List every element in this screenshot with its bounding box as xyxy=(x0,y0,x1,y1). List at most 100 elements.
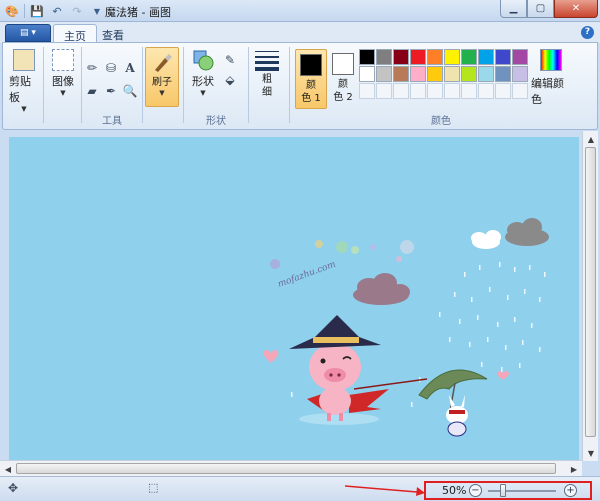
palette-swatch[interactable] xyxy=(376,49,392,65)
palette-empty-slot[interactable] xyxy=(495,83,511,99)
separator xyxy=(81,47,82,123)
shapes-group: 形状 ▼ ✎ ⬙ 形状 xyxy=(185,45,247,127)
color1-swatch xyxy=(300,54,322,76)
palette-empty-slot[interactable] xyxy=(444,83,460,99)
palette-swatch[interactable] xyxy=(444,66,460,82)
horizontal-scrollbar[interactable]: ◀ ▶ xyxy=(0,460,582,476)
shapes-button[interactable]: 形状 ▼ xyxy=(187,49,219,97)
outline-icon[interactable]: ✎ xyxy=(221,51,239,69)
line-size-icon xyxy=(255,49,279,71)
palette-swatch[interactable] xyxy=(393,49,409,65)
palette-swatch[interactable] xyxy=(461,66,477,82)
palette-swatch[interactable] xyxy=(461,49,477,65)
pig-character xyxy=(289,315,428,425)
fill-icon[interactable]: ⛁ xyxy=(102,59,120,77)
palette-swatch[interactable] xyxy=(376,66,392,82)
palette-empty-slot[interactable] xyxy=(461,83,477,99)
separator xyxy=(248,47,249,123)
palette-empty-slot[interactable] xyxy=(512,83,528,99)
clipboard-label: 剪贴板 xyxy=(9,75,31,104)
color-palette xyxy=(359,49,528,99)
palette-swatch[interactable] xyxy=(410,49,426,65)
palette-swatch[interactable] xyxy=(495,66,511,82)
palette-swatch[interactable] xyxy=(512,49,528,65)
paint-menu-button[interactable]: ▤ ▾ xyxy=(5,24,51,42)
maximize-button[interactable]: ▢ xyxy=(527,0,554,18)
scroll-left-icon[interactable]: ◀ xyxy=(0,461,16,477)
color1-button[interactable]: 颜 色 1 xyxy=(295,49,327,109)
status-bar: ✥ ⬚ 50% − + xyxy=(0,476,600,501)
window-controls: ▁ ▢ ✕ xyxy=(500,0,598,18)
horizontal-scroll-thumb[interactable] xyxy=(16,463,556,474)
palette-swatch[interactable] xyxy=(444,49,460,65)
eraser-icon[interactable]: ▰ xyxy=(83,82,101,100)
vertical-scrollbar[interactable]: ▲ ▼ xyxy=(582,131,598,461)
image-button[interactable]: 图像 ▼ xyxy=(48,49,78,97)
tools-group-label: 工具 xyxy=(102,116,122,127)
palette-swatch[interactable] xyxy=(478,49,494,65)
clipboard-button[interactable]: 剪贴板 ▼ xyxy=(9,49,39,113)
scroll-right-icon[interactable]: ▶ xyxy=(566,461,582,477)
palette-swatch[interactable] xyxy=(410,66,426,82)
palette-swatch[interactable] xyxy=(495,49,511,65)
quick-access-toolbar: 🎨 💾 ↶ ↷ ▼ xyxy=(4,3,105,19)
palette-empty-slot[interactable] xyxy=(359,83,375,99)
color-picker-icon[interactable]: ✒ xyxy=(102,82,120,100)
pencil-icon[interactable]: ✏ xyxy=(83,59,101,77)
canvas-artwork: mofazhu.com xyxy=(263,218,549,437)
drawing-canvas[interactable]: mofazhu.com xyxy=(9,137,579,461)
chevron-down-icon: ▼ xyxy=(200,89,206,97)
shapes-icon xyxy=(192,49,214,71)
image-group: 图像 ▼ xyxy=(46,45,80,127)
palette-empty-slot[interactable] xyxy=(376,83,392,99)
palette-swatch[interactable] xyxy=(393,66,409,82)
text-icon[interactable]: A xyxy=(121,59,139,77)
scroll-up-icon[interactable]: ▲ xyxy=(583,131,599,147)
shapes-label: 形状 xyxy=(192,75,214,88)
edit-colors-button[interactable]: 编辑颜色 xyxy=(531,49,571,107)
redo-icon[interactable]: ↷ xyxy=(69,3,85,19)
help-icon[interactable]: ? xyxy=(581,26,594,39)
color2-button[interactable]: 颜 色 2 xyxy=(329,49,357,109)
palette-swatch[interactable] xyxy=(512,66,528,82)
scroll-down-icon[interactable]: ▼ xyxy=(583,445,599,461)
palette-empty-slot[interactable] xyxy=(410,83,426,99)
separator xyxy=(142,47,143,123)
magnifier-icon[interactable]: 🔍 xyxy=(121,82,139,100)
palette-empty-slot[interactable] xyxy=(478,83,494,99)
paint-app-icon[interactable]: 🎨 xyxy=(4,3,20,19)
palette-swatch[interactable] xyxy=(478,66,494,82)
zoom-slider-track[interactable] xyxy=(488,490,556,492)
zoom-control: 50% − + xyxy=(424,481,592,500)
palette-swatch[interactable] xyxy=(359,66,375,82)
fill-style-icon[interactable]: ⬙ xyxy=(221,71,239,89)
clipboard-icon xyxy=(13,49,35,71)
tools-group: ✏ ⛁ A ▰ ✒ 🔍 工具 xyxy=(83,45,141,127)
vertical-scroll-thumb[interactable] xyxy=(585,147,596,437)
size-label-line2: 细 xyxy=(262,87,272,98)
palette-empty-slot[interactable] xyxy=(393,83,409,99)
customize-qat-icon[interactable]: ▼ xyxy=(89,3,105,19)
tab-home[interactable]: 主页 xyxy=(53,24,97,43)
tab-view[interactable]: 查看 xyxy=(92,24,134,43)
minimize-button[interactable]: ▁ xyxy=(500,0,527,18)
ribbon-tab-row: ▤ ▾ 主页 查看 ? xyxy=(0,22,600,43)
color2-label-line1: 颜 xyxy=(338,79,348,90)
palette-empty-slot[interactable] xyxy=(427,83,443,99)
brushes-label: 刷子 xyxy=(152,77,172,88)
zoom-in-button[interactable]: + xyxy=(564,484,577,497)
zoom-slider-thumb[interactable] xyxy=(500,484,506,497)
image-label: 图像 xyxy=(52,75,74,88)
palette-swatch[interactable] xyxy=(359,49,375,65)
color1-label-line1: 颜 xyxy=(306,80,316,91)
palette-swatch[interactable] xyxy=(427,49,443,65)
close-button[interactable]: ✕ xyxy=(554,0,598,18)
zoom-out-button[interactable]: − xyxy=(469,484,482,497)
clipboard-group: 剪贴板 ▼ xyxy=(5,45,41,127)
size-button[interactable]: 粗 细 xyxy=(253,49,281,99)
save-icon[interactable]: 💾 xyxy=(29,3,45,19)
colors-group-label: 颜色 xyxy=(431,116,451,127)
undo-icon[interactable]: ↶ xyxy=(49,3,65,19)
palette-swatch[interactable] xyxy=(427,66,443,82)
brushes-button[interactable]: 刷子 ▼ xyxy=(145,47,179,107)
